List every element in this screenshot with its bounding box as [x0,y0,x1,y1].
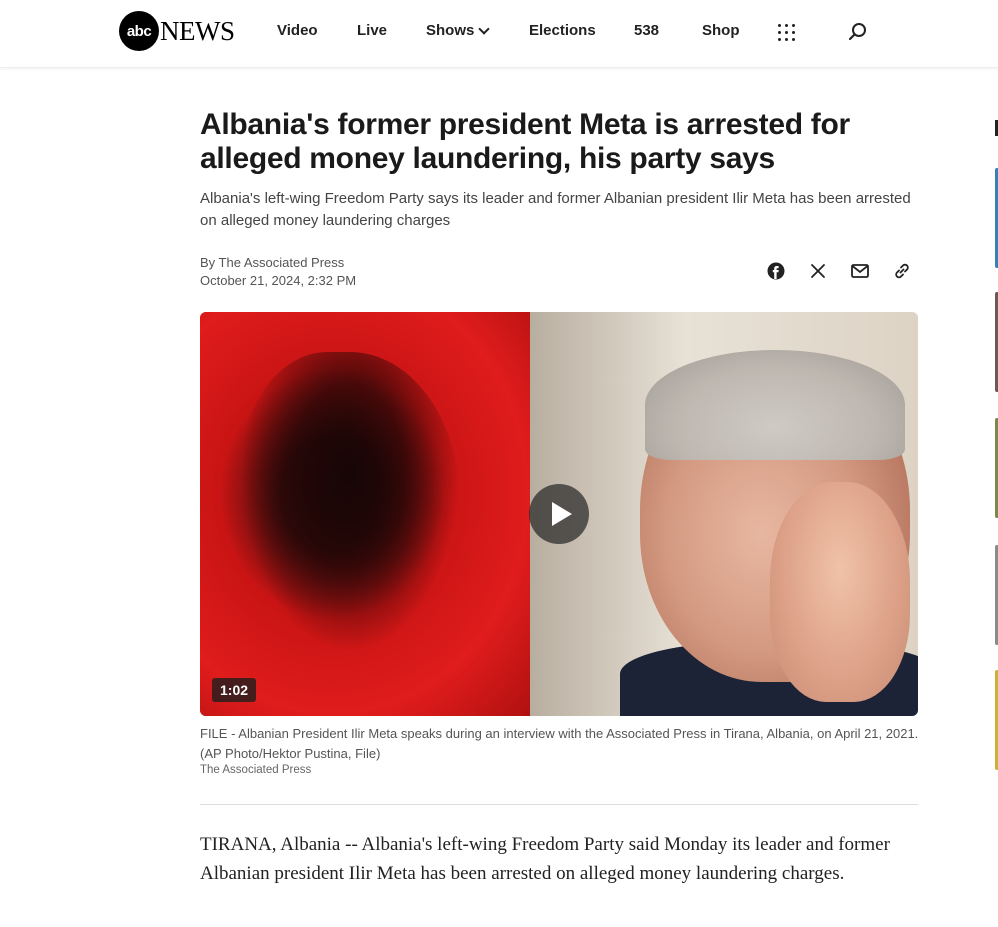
publish-date: October 21, 2024, 2:32 PM [200,273,357,288]
byline-author[interactable]: By The Associated Press [200,254,356,272]
news-wordmark: NEWS [160,15,235,46]
article-body-paragraph: TIRANA, Albania -- Albania's left-wing F… [200,834,890,884]
nav-live[interactable]: Live [357,22,387,39]
link-icon[interactable] [892,261,912,281]
video-thumbnail-hand [770,482,910,702]
nav-shows-label: Shows [426,22,475,39]
nav-538-label: 538 [634,22,660,39]
image-caption: FILE - Albanian President Ilir Meta spea… [200,726,919,761]
email-icon[interactable] [850,261,870,281]
site-header: abc NEWS Video Live Shows Elections 538 … [0,0,998,68]
share-bar [766,261,912,281]
abc-news-logo[interactable]: abc NEWS [119,11,235,51]
play-button[interactable] [529,484,589,544]
nav-shop-label: Shop [702,22,740,39]
nav-video[interactable]: Video [277,22,318,39]
play-icon [551,502,572,526]
nav-shop[interactable]: Shop [702,22,740,39]
nav-video-label: Video [277,22,318,39]
video-thumbnail-hair [645,350,905,460]
byline: By The Associated Press October 21, 2024… [200,254,356,290]
search-icon[interactable] [848,22,868,42]
nav-shows[interactable]: Shows [426,22,491,39]
x-icon[interactable] [808,261,828,281]
nav-elections-label: Elections [529,22,596,39]
grid-menu-icon[interactable] [778,24,796,42]
chevron-down-icon [478,22,491,35]
video-player[interactable]: 1:02 [200,312,918,716]
video-duration: 1:02 [212,678,257,702]
abc-logo-ball: abc [119,11,159,51]
nav-elections[interactable]: Elections [529,22,596,39]
divider [200,804,918,805]
article-headline: Albania's former president Meta is arres… [200,108,850,175]
nav-538[interactable]: 538 [634,22,659,39]
image-credit: The Associated Press [200,764,312,776]
facebook-icon[interactable] [766,261,786,281]
nav-live-label: Live [357,22,388,39]
article-dek: Albania's left-wing Freedom Party says i… [200,190,911,229]
